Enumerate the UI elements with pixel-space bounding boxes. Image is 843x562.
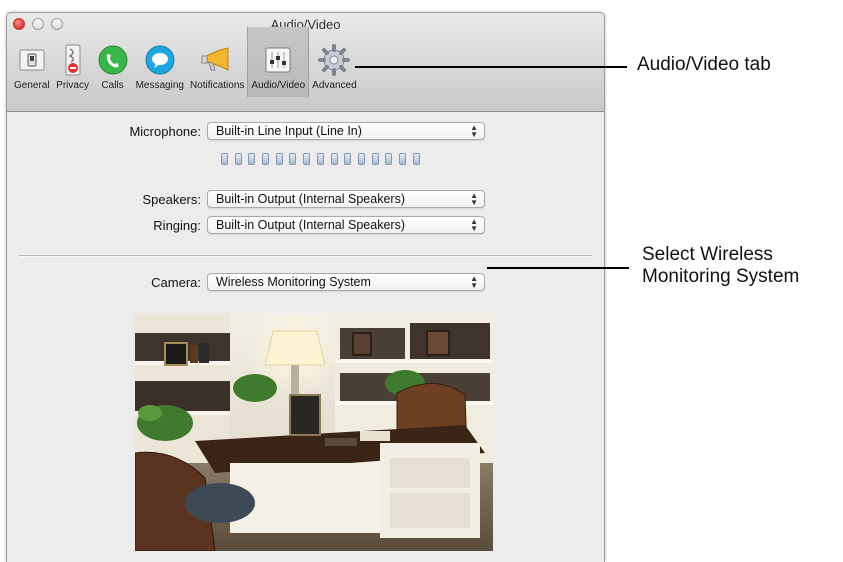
tab-advanced-label: Advanced	[312, 80, 357, 91]
level-meter-segment	[357, 153, 365, 165]
level-meter-segment	[371, 153, 379, 165]
preferences-window: Audio/Video General Privacy Calls Messag…	[6, 12, 605, 562]
level-meter-segment	[385, 153, 393, 165]
level-meter-segment	[248, 153, 256, 165]
general-switch-icon	[15, 44, 49, 76]
camera-label: Camera:	[151, 274, 201, 290]
audio-video-tab-callout: Audio/Video tab	[637, 54, 771, 75]
camera-callout-line2: Monitoring System	[642, 266, 800, 287]
level-meter-segment	[262, 153, 270, 165]
speakers-row: Speakers: Built-in Output (Internal Spea…	[7, 190, 485, 208]
level-meter-segment	[289, 153, 297, 165]
tab-notifications-label: Notifications	[189, 80, 245, 91]
mixer-sliders-icon	[261, 44, 295, 76]
camera-row: Camera: Wireless Monitoring System ▲ ▼	[7, 273, 485, 291]
microphone-row: Microphone: Built-in Line Input (Line In…	[7, 122, 485, 140]
level-meter-segment	[221, 153, 228, 165]
ringing-select[interactable]: Built-in Output (Internal Speakers) ▲ ▼	[207, 216, 485, 234]
level-meter-segment	[344, 153, 352, 165]
ringing-row: Ringing: Built-in Output (Internal Speak…	[7, 216, 485, 234]
level-meter-segment	[316, 153, 324, 165]
camera-select-value: Wireless Monitoring System	[216, 275, 371, 289]
speakers-select[interactable]: Built-in Output (Internal Speakers) ▲ ▼	[207, 190, 485, 208]
camera-preview	[135, 313, 493, 551]
microphone-label: Microphone:	[129, 123, 201, 139]
camera-callout-line	[487, 267, 629, 269]
ringing-select-value: Built-in Output (Internal Speakers)	[216, 218, 405, 232]
speakers-label: Speakers:	[142, 191, 201, 207]
camera-select[interactable]: Wireless Monitoring System ▲ ▼	[207, 273, 485, 291]
tab-general-label: General	[14, 80, 50, 91]
tab-messaging[interactable]: Messaging	[133, 35, 187, 91]
tab-calls-label: Calls	[101, 80, 124, 91]
privacy-icon	[56, 44, 90, 76]
camera-preview-image	[135, 313, 493, 551]
level-meter-segment	[412, 153, 420, 165]
level-meter-segment	[398, 153, 406, 165]
level-meter-segment	[303, 153, 311, 165]
level-meter-segment	[234, 153, 242, 165]
preferences-toolbar: General Privacy Calls Messaging Notifica…	[11, 27, 360, 97]
tab-general[interactable]: General	[11, 35, 53, 91]
tab-audio-video[interactable]: Audio/Video	[247, 27, 310, 97]
camera-callout-line1: Select Wireless	[642, 244, 773, 265]
tab-messaging-label: Messaging	[135, 80, 184, 91]
tab-calls[interactable]: Calls	[93, 35, 133, 91]
chat-bubble-icon	[143, 44, 177, 76]
tab-privacy[interactable]: Privacy	[53, 35, 93, 91]
gear-icon	[317, 44, 351, 76]
phone-icon	[96, 44, 130, 76]
microphone-select[interactable]: Built-in Line Input (Line In) ▲ ▼	[207, 122, 485, 140]
tab-audio-video-label: Audio/Video	[251, 80, 306, 91]
microphone-select-value: Built-in Line Input (Line In)	[216, 124, 362, 138]
speakers-select-value: Built-in Output (Internal Speakers)	[216, 192, 405, 206]
level-meter-segment	[275, 153, 283, 165]
tab-notifications[interactable]: Notifications	[187, 35, 247, 91]
level-meter-segment	[330, 153, 338, 165]
audio-video-tab-callout-line	[355, 66, 627, 68]
section-divider	[19, 255, 592, 256]
popup-arrows-icon: ▲ ▼	[470, 191, 478, 207]
popup-arrows-icon: ▲ ▼	[470, 217, 478, 233]
popup-arrows-icon: ▲ ▼	[470, 123, 478, 139]
input-level-meter	[221, 153, 420, 165]
window-titlebar: Audio/Video General Privacy Calls Messag…	[7, 13, 604, 112]
tab-advanced[interactable]: Advanced	[309, 35, 359, 91]
megaphone-icon	[200, 44, 234, 76]
tab-privacy-label: Privacy	[56, 80, 89, 91]
audio-video-pane: Microphone: Built-in Line Input (Line In…	[7, 112, 604, 562]
popup-arrows-icon: ▲ ▼	[470, 274, 478, 290]
ringing-label: Ringing:	[153, 217, 201, 233]
